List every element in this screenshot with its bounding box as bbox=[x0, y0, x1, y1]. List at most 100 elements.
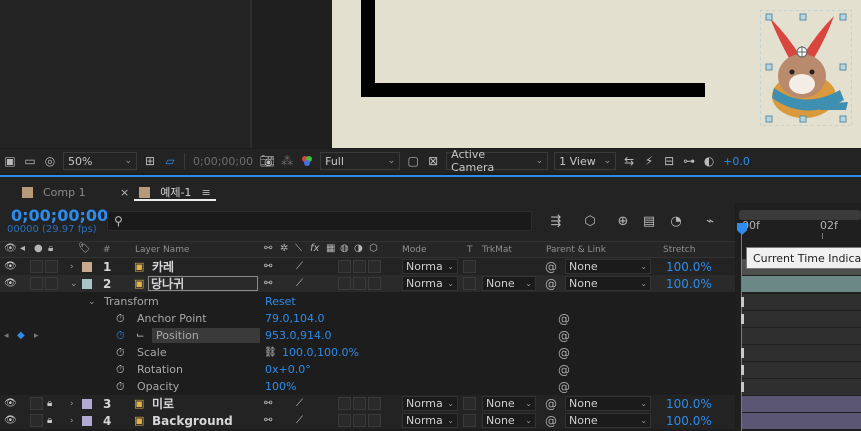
layer-name[interactable]: Background bbox=[152, 413, 233, 428]
shy-switch-icon[interactable]: ⚯ bbox=[264, 276, 272, 291]
layer-row[interactable]: 👁︎ › 1 ▣ 카레 ⚯ ⟋ Norma ⌄ @ None ⌄ 100.0% bbox=[0, 258, 735, 275]
flowchart-icon[interactable]: ⊶ bbox=[681, 154, 697, 168]
lock-icon[interactable]: 🔒︎ bbox=[48, 243, 53, 254]
pickwhip-icon[interactable]: @ bbox=[545, 276, 557, 291]
stretch-value[interactable]: 100.0% bbox=[666, 396, 712, 411]
switch-box[interactable] bbox=[368, 414, 381, 427]
solo-icon[interactable]: ● bbox=[34, 243, 43, 254]
preserve-transparency-toggle[interactable] bbox=[463, 414, 476, 427]
lock-toggle[interactable] bbox=[45, 277, 58, 290]
show-snapshot-icon[interactable]: ⁂ bbox=[279, 154, 295, 168]
mode-select[interactable]: Norma ⌄ bbox=[402, 259, 458, 274]
eye-icon[interactable]: 👁︎ bbox=[4, 396, 17, 411]
zoom-select[interactable]: 50% ⌄ bbox=[63, 152, 137, 170]
switch-box[interactable] bbox=[338, 414, 351, 427]
property-row-position[interactable]: ◂ ◆ ▸ ⏱︎ ⌙ Position 953.0,914.0 @ bbox=[0, 327, 735, 344]
monitor-icon[interactable]: ▭ bbox=[22, 154, 38, 168]
trkmat-select[interactable]: None ⌄ bbox=[482, 413, 536, 428]
switch-box[interactable] bbox=[353, 414, 366, 427]
preserve-transparency-toggle[interactable] bbox=[463, 260, 476, 273]
always-preview-icon[interactable]: ▣ bbox=[2, 154, 18, 168]
pickwhip-icon[interactable]: @ bbox=[545, 413, 557, 428]
reset-transform-button[interactable]: Reset bbox=[265, 294, 296, 309]
property-name-selected[interactable]: Position bbox=[152, 328, 260, 343]
layer-name[interactable]: 카레 bbox=[152, 259, 174, 274]
property-row-opacity[interactable]: ⏱︎ Opacity 100% @ bbox=[0, 378, 735, 395]
label-icon[interactable]: 🏷︎ bbox=[78, 243, 91, 254]
fast-previews-icon[interactable]: ⚡︎ bbox=[641, 154, 657, 168]
switch-box[interactable] bbox=[353, 277, 366, 290]
solo-toggle[interactable] bbox=[30, 397, 43, 410]
draft-3d-icon[interactable]: ⬡ bbox=[581, 213, 599, 229]
mode-select[interactable]: Norma ⌄ bbox=[402, 413, 458, 428]
eye-icon[interactable]: 👁︎ bbox=[4, 413, 17, 428]
layer-duration-bar[interactable] bbox=[742, 413, 861, 429]
pickwhip-icon[interactable]: @ bbox=[558, 311, 570, 326]
solo-toggle[interactable] bbox=[30, 260, 43, 273]
shy-switch-icon[interactable]: ⚯ bbox=[264, 413, 272, 428]
exposure-value[interactable]: +0.0 bbox=[723, 155, 750, 168]
chevron-right-icon[interactable]: › bbox=[70, 413, 74, 428]
switch-box[interactable] bbox=[368, 277, 381, 290]
timeline-icon[interactable]: ⊟ bbox=[661, 154, 677, 168]
property-row-anchor-point[interactable]: ⏱︎ Anchor Point 79.0,104.0 @ bbox=[0, 310, 735, 327]
next-keyframe-icon[interactable]: ▸ bbox=[34, 328, 39, 343]
layer-name[interactable]: 미로 bbox=[152, 396, 174, 411]
layer-search-input[interactable]: ⚲ bbox=[107, 211, 532, 231]
close-icon[interactable]: × bbox=[120, 186, 129, 199]
chevron-down-icon[interactable]: ⌄ bbox=[88, 294, 96, 309]
composition-mini-flowchart-icon[interactable]: ⇶ bbox=[547, 213, 565, 229]
stretch-value[interactable]: 100.0% bbox=[666, 413, 712, 428]
parent-select[interactable]: None ⌄ bbox=[565, 413, 651, 428]
mode-select[interactable]: Norma ⌄ bbox=[402, 396, 458, 411]
switch-box[interactable] bbox=[353, 260, 366, 273]
stopwatch-icon[interactable]: ⏱︎ bbox=[116, 379, 125, 394]
preserve-transparency-toggle[interactable] bbox=[463, 277, 476, 290]
lock-icon[interactable]: 🔒︎ bbox=[47, 413, 52, 428]
pickwhip-icon[interactable]: @ bbox=[558, 345, 570, 360]
stopwatch-icon[interactable]: ⏱︎ bbox=[116, 362, 125, 377]
resolution-select[interactable]: Full ⌄ bbox=[320, 152, 401, 170]
label-color-swatch[interactable] bbox=[82, 259, 92, 274]
switch-box[interactable] bbox=[368, 397, 381, 410]
layer-row[interactable]: 👁︎ 🔒︎ › 4 ▣ Background ⚯ ⟋ Norma ⌄ None ⌄ … bbox=[0, 412, 735, 429]
layer-duration-bar-selected[interactable] bbox=[742, 276, 861, 292]
current-time-display[interactable]: 0;00;00;00 bbox=[11, 206, 108, 225]
shy-layers-icon[interactable]: ⊕ bbox=[614, 213, 632, 229]
quality-switch-icon[interactable]: ⟋ bbox=[296, 396, 303, 411]
label-color-swatch[interactable] bbox=[82, 396, 92, 411]
constrain-proportions-icon[interactable]: ⛓︎ bbox=[264, 345, 277, 360]
parent-select[interactable]: None ⌄ bbox=[565, 276, 651, 291]
snapshot-camera-icon[interactable]: 📷︎ bbox=[259, 154, 275, 168]
property-value[interactable]: 953.0,914.0 bbox=[265, 328, 331, 343]
graph-editor-icon[interactable]: ⌁ bbox=[701, 213, 719, 229]
switch-box[interactable] bbox=[353, 397, 366, 410]
column-trkmat[interactable]: TrkMat bbox=[482, 245, 512, 255]
keyframe-marker[interactable] bbox=[741, 314, 744, 324]
keyframe-marker[interactable] bbox=[741, 382, 744, 392]
motion-blur-icon[interactable]: ◔ bbox=[667, 213, 685, 229]
column-mode[interactable]: Mode bbox=[402, 245, 427, 255]
panel-menu-icon[interactable]: ≡ bbox=[201, 186, 210, 199]
quality-switch-icon[interactable]: ⟋ bbox=[296, 276, 303, 291]
property-value[interactable]: 79.0,104.0 bbox=[265, 311, 324, 326]
lock-icon[interactable]: 🔒︎ bbox=[47, 396, 52, 411]
property-value[interactable]: 100% bbox=[265, 379, 296, 394]
prev-keyframe-icon[interactable]: ◂ bbox=[4, 328, 9, 343]
camera-select[interactable]: Active Camera ⌄ bbox=[446, 148, 549, 174]
frame-blending-icon[interactable]: ▤ bbox=[640, 213, 658, 229]
pickwhip-icon[interactable]: @ bbox=[545, 259, 557, 274]
preserve-transparency-toggle[interactable] bbox=[463, 397, 476, 410]
solo-toggle[interactable] bbox=[30, 414, 43, 427]
transform-group-row[interactable]: ⌄ Transform Reset bbox=[0, 293, 735, 310]
property-value[interactable]: 100.0,100.0% bbox=[282, 345, 359, 360]
quality-switch-icon[interactable]: ⟋ bbox=[296, 413, 303, 428]
vr-goggles-icon[interactable]: ◎ bbox=[42, 154, 58, 168]
layer-duration-bar[interactable] bbox=[742, 396, 861, 412]
trkmat-select[interactable]: None ⌄ bbox=[482, 396, 536, 411]
stretch-value[interactable]: 100.0% bbox=[666, 276, 712, 291]
stopwatch-icon[interactable]: ⏱︎ bbox=[116, 311, 125, 326]
eye-icon[interactable]: 👁︎ bbox=[4, 276, 17, 291]
switch-box[interactable] bbox=[368, 260, 381, 273]
shy-switch-icon[interactable]: ⚯ bbox=[264, 396, 272, 411]
